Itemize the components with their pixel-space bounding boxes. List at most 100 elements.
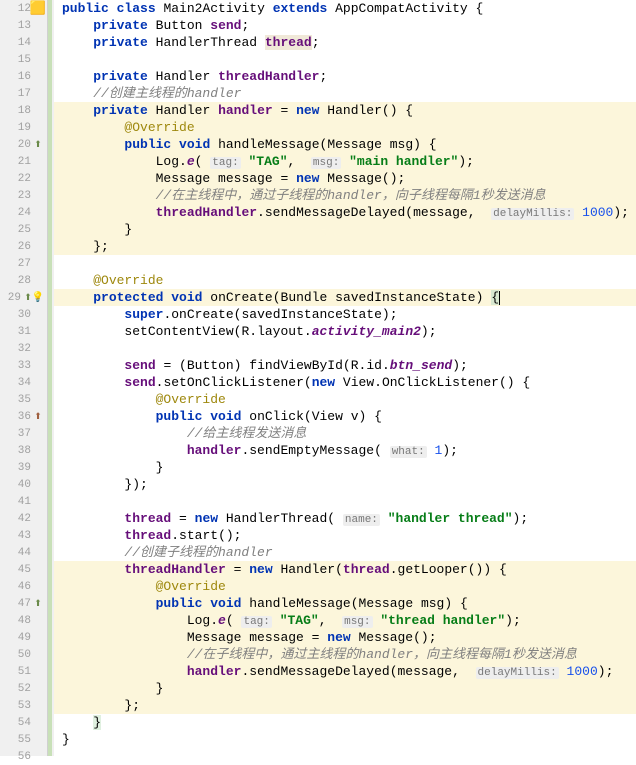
gutter-row[interactable]: 16 xyxy=(0,68,47,85)
line-number: 44 xyxy=(18,547,31,559)
gutter-row[interactable]: 25 xyxy=(0,221,47,238)
gutter-row[interactable]: 38 xyxy=(0,442,47,459)
override-marker-icon[interactable]: ⬆ xyxy=(33,140,43,150)
gutter-row[interactable]: 56 xyxy=(0,748,47,765)
code-line[interactable]: //创建主线程的handler xyxy=(54,85,636,102)
code-line[interactable]: @Override xyxy=(54,391,636,408)
gutter-row[interactable]: 46 xyxy=(0,578,47,595)
gutter-row[interactable]: 49 xyxy=(0,629,47,646)
gutter-row[interactable]: 19 xyxy=(0,119,47,136)
gutter-row[interactable]: 47⬆ xyxy=(0,595,47,612)
code-line[interactable]: handler.sendEmptyMessage( what: 1); xyxy=(54,442,636,459)
gutter-row[interactable]: 29⬆💡 xyxy=(0,289,47,306)
gutter-row[interactable]: 43 xyxy=(0,527,47,544)
code-line[interactable]: public void handleMessage(Message msg) { xyxy=(54,136,636,153)
class-marker-icon: 🟨 xyxy=(33,1,43,16)
editor[interactable]: public class Main2Activity extends AppCo… xyxy=(54,0,636,756)
line-number: 32 xyxy=(18,343,31,355)
gutter-row[interactable]: 45 xyxy=(0,561,47,578)
gutter-row[interactable]: 53 xyxy=(0,697,47,714)
code-line[interactable]: send.setOnClickListener(new View.OnClick… xyxy=(54,374,636,391)
code-line[interactable]: public class Main2Activity extends AppCo… xyxy=(54,0,636,17)
code-line[interactable]: } xyxy=(54,714,636,731)
gutter-row[interactable]: 23 xyxy=(0,187,47,204)
gutter-row[interactable]: 20⬆ xyxy=(0,136,47,153)
code-line[interactable]: }); xyxy=(54,476,636,493)
gutter-row[interactable]: 39 xyxy=(0,459,47,476)
gutter-row[interactable]: 31 xyxy=(0,323,47,340)
code-line[interactable]: threadHandler.sendMessageDelayed(message… xyxy=(54,204,636,221)
gutter-row[interactable]: 55 xyxy=(0,731,47,748)
gutter-row[interactable]: 26 xyxy=(0,238,47,255)
code-line[interactable]: private Button send; xyxy=(54,17,636,34)
gutter-row[interactable]: 21 xyxy=(0,153,47,170)
code-line[interactable]: thread.start(); xyxy=(54,527,636,544)
gutter-row[interactable]: 48 xyxy=(0,612,47,629)
code-line[interactable]: Message message = new Message(); xyxy=(54,629,636,646)
code-line[interactable]: } xyxy=(54,459,636,476)
gutter-row[interactable]: 17 xyxy=(0,85,47,102)
code-line[interactable]: } xyxy=(54,221,636,238)
gutter-row[interactable]: 32 xyxy=(0,340,47,357)
intention-bulb-icon[interactable]: 💡 xyxy=(33,292,43,304)
gutter-row[interactable]: 40 xyxy=(0,476,47,493)
override-marker-icon[interactable]: ⬆ xyxy=(33,599,43,609)
code-line[interactable]: private HandlerThread thread; xyxy=(54,34,636,51)
code-line[interactable]: private Handler handler = new Handler() … xyxy=(54,102,636,119)
gutter-row[interactable]: 22 xyxy=(0,170,47,187)
gutter-row[interactable]: 44 xyxy=(0,544,47,561)
gutter-row[interactable]: 35 xyxy=(0,391,47,408)
gutter-row[interactable]: 42 xyxy=(0,510,47,527)
gutter-row[interactable]: 12🟨 xyxy=(0,0,47,17)
gutter-row[interactable]: 27 xyxy=(0,255,47,272)
gutter-row[interactable]: 13 xyxy=(0,17,47,34)
line-number: 18 xyxy=(18,105,31,117)
gutter-row[interactable]: 24 xyxy=(0,204,47,221)
gutter-row[interactable]: 30 xyxy=(0,306,47,323)
code-line[interactable]: //在子线程中，通过主线程的handler，向主线程每隔1秒发送消息 xyxy=(54,646,636,663)
gutter-row[interactable]: 28 xyxy=(0,272,47,289)
gutter-row[interactable]: 50 xyxy=(0,646,47,663)
code-line[interactable]: }; xyxy=(54,697,636,714)
code-line[interactable] xyxy=(54,493,636,510)
gutter-row[interactable]: 51 xyxy=(0,663,47,680)
gutter-row[interactable]: 33 xyxy=(0,357,47,374)
gutter-row[interactable]: 37 xyxy=(0,425,47,442)
code-line[interactable]: setContentView(R.layout.activity_main2); xyxy=(54,323,636,340)
gutter-row[interactable]: 36⬆ xyxy=(0,408,47,425)
code-line[interactable] xyxy=(54,255,636,272)
code-line[interactable]: @Override xyxy=(54,272,636,289)
code-line[interactable]: protected void onCreate(Bundle savedInst… xyxy=(54,289,636,306)
gutter-row[interactable]: 18 xyxy=(0,102,47,119)
code-line[interactable]: thread = new HandlerThread( name: "handl… xyxy=(54,510,636,527)
code-line[interactable]: public void handleMessage(Message msg) { xyxy=(54,595,636,612)
implements-marker-icon[interactable]: ⬆ xyxy=(33,412,43,422)
code-line[interactable]: //给主线程发送消息 xyxy=(54,425,636,442)
code-line[interactable]: send = (Button) findViewById(R.id.btn_se… xyxy=(54,357,636,374)
code-line[interactable]: Log.e( tag: "TAG", msg: "thread handler"… xyxy=(54,612,636,629)
code-line[interactable]: handler.sendMessageDelayed(message, dela… xyxy=(54,663,636,680)
code-line[interactable]: threadHandler = new Handler(thread.getLo… xyxy=(54,561,636,578)
code-line[interactable]: }; xyxy=(54,238,636,255)
code-line[interactable]: @Override xyxy=(54,578,636,595)
code-line[interactable]: } xyxy=(54,731,636,748)
code-line[interactable]: @Override xyxy=(54,119,636,136)
gutter-row[interactable]: 15 xyxy=(0,51,47,68)
line-number: 31 xyxy=(18,326,31,338)
gutter-row[interactable]: 14 xyxy=(0,34,47,51)
gutter-row[interactable]: 54 xyxy=(0,714,47,731)
gutter-row[interactable]: 41 xyxy=(0,493,47,510)
code-line[interactable]: } xyxy=(54,680,636,697)
code-line[interactable]: public void onClick(View v) { xyxy=(54,408,636,425)
code-line[interactable]: Message message = new Message(); xyxy=(54,170,636,187)
code-line[interactable] xyxy=(54,748,636,765)
code-line[interactable]: private Handler threadHandler; xyxy=(54,68,636,85)
code-line[interactable]: //创建子线程的handler xyxy=(54,544,636,561)
code-line[interactable]: //在主线程中，通过子线程的handler，向子线程每隔1秒发送消息 xyxy=(54,187,636,204)
code-line[interactable] xyxy=(54,51,636,68)
code-line[interactable] xyxy=(54,340,636,357)
gutter-row[interactable]: 34 xyxy=(0,374,47,391)
code-line[interactable]: Log.e( tag: "TAG", msg: "main handler"); xyxy=(54,153,636,170)
gutter-row[interactable]: 52 xyxy=(0,680,47,697)
code-line[interactable]: super.onCreate(savedInstanceState); xyxy=(54,306,636,323)
